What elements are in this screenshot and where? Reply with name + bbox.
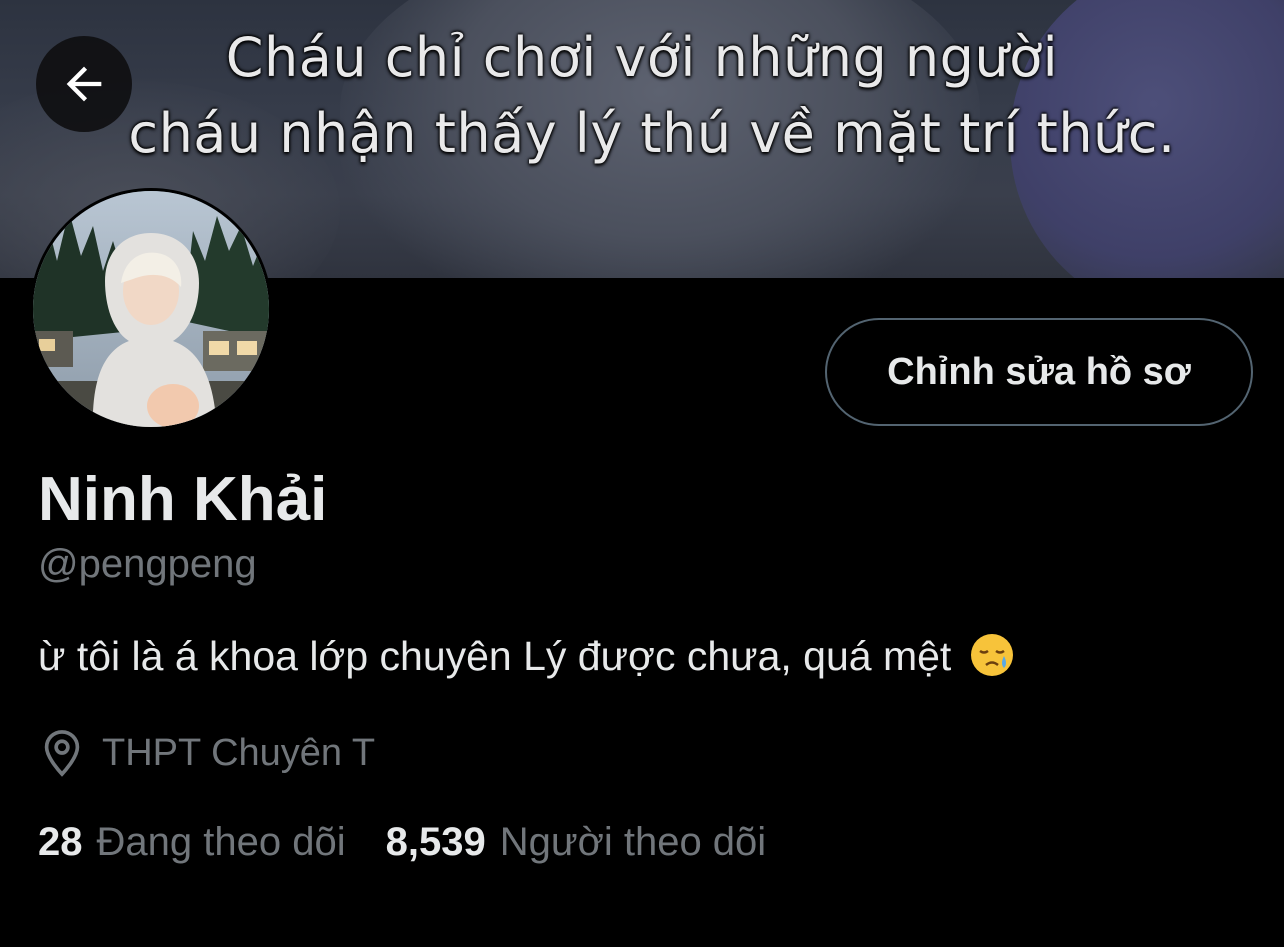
followers-link[interactable]: 8,539 Người theo dõi: [386, 820, 767, 865]
arrow-left-icon: [66, 66, 102, 102]
user-handle: @pengpeng: [38, 542, 257, 586]
banner-caption-line: Cháu chỉ chơi với những người: [225, 26, 1059, 89]
following-count: 28: [38, 819, 83, 864]
banner-caption-line: cháu nhận thấy lý thú về mặt trí thức.: [128, 102, 1176, 165]
location-pin-icon: [40, 729, 84, 777]
bio: ừ tôi là á khoa lớp chuyên Lý được chưa,…: [38, 628, 1015, 692]
edit-profile-button[interactable]: Chỉnh sửa hồ sơ: [825, 318, 1253, 426]
avatar-photo: [33, 191, 269, 427]
display-name: Ninh Khải: [38, 465, 328, 534]
sleepy-face-emoji: [969, 632, 1015, 692]
banner-caption: Cháu chỉ chơi với những người cháu nhận …: [0, 20, 1284, 172]
back-button[interactable]: [36, 36, 132, 132]
following-link[interactable]: 28 Đang theo dõi: [38, 820, 346, 865]
following-label: Đang theo dõi: [96, 819, 346, 864]
bio-text: ừ tôi là á khoa lớp chuyên Lý được chưa,…: [38, 633, 952, 679]
profile-page: Cháu chỉ chơi với những người cháu nhận …: [0, 0, 1284, 947]
profile-location: THPT Chuyên T: [40, 726, 375, 780]
followers-count: 8,539: [385, 819, 486, 864]
follow-stats: 28 Đang theo dõi 8,539 Người theo dõi: [38, 812, 806, 872]
followers-label: Người theo dõi: [499, 819, 767, 864]
avatar[interactable]: [30, 188, 272, 430]
location-text: THPT Chuyên T: [102, 731, 376, 774]
